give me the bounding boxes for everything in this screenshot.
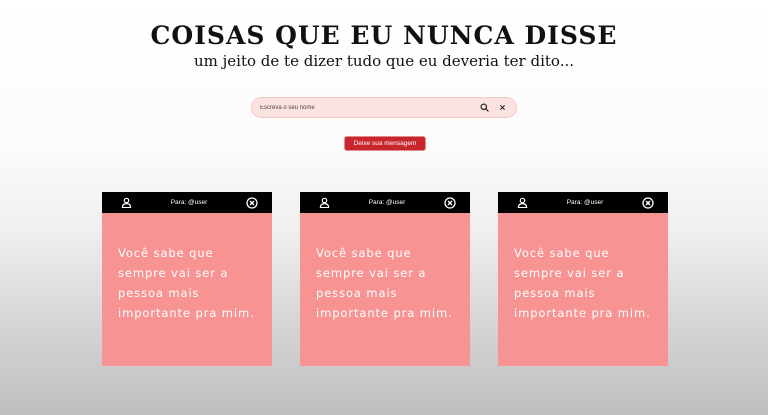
- page-title: COISAS QUE EU NUNCA DISSE: [150, 21, 618, 50]
- card-message: Você sabe que sempre vai ser a pessoa ma…: [514, 246, 651, 320]
- message-card: Para: @user Você sabe que sempre vai ser…: [102, 192, 272, 366]
- card-header: Para: @user: [300, 192, 470, 213]
- card-message: Você sabe que sempre vai ser a pessoa ma…: [316, 246, 453, 320]
- user-icon: [318, 197, 330, 209]
- search-bar: [251, 97, 517, 118]
- search-input[interactable]: [260, 100, 472, 115]
- close-circle-icon[interactable]: [642, 196, 654, 209]
- card-recipient: Para: @user: [368, 199, 406, 206]
- leave-message-button[interactable]: Deixe sua mensagem: [344, 136, 426, 151]
- card-header: Para: @user: [102, 192, 272, 213]
- close-icon[interactable]: [496, 102, 508, 114]
- user-icon: [516, 197, 528, 209]
- card-recipient: Para: @user: [566, 199, 604, 206]
- user-icon: [120, 197, 132, 209]
- card-header: Para: @user: [498, 192, 668, 213]
- card-message: Você sabe que sempre vai ser a pessoa ma…: [118, 246, 255, 320]
- search-icon[interactable]: [478, 102, 490, 114]
- card-recipient: Para: @user: [170, 199, 208, 206]
- close-circle-icon[interactable]: [246, 196, 258, 209]
- page-subtitle: um jeito de te dizer tudo que eu deveria…: [194, 52, 574, 70]
- close-circle-icon[interactable]: [444, 196, 456, 209]
- message-card: Para: @user Você sabe que sempre vai ser…: [300, 192, 470, 366]
- message-card: Para: @user Você sabe que sempre vai ser…: [498, 192, 668, 366]
